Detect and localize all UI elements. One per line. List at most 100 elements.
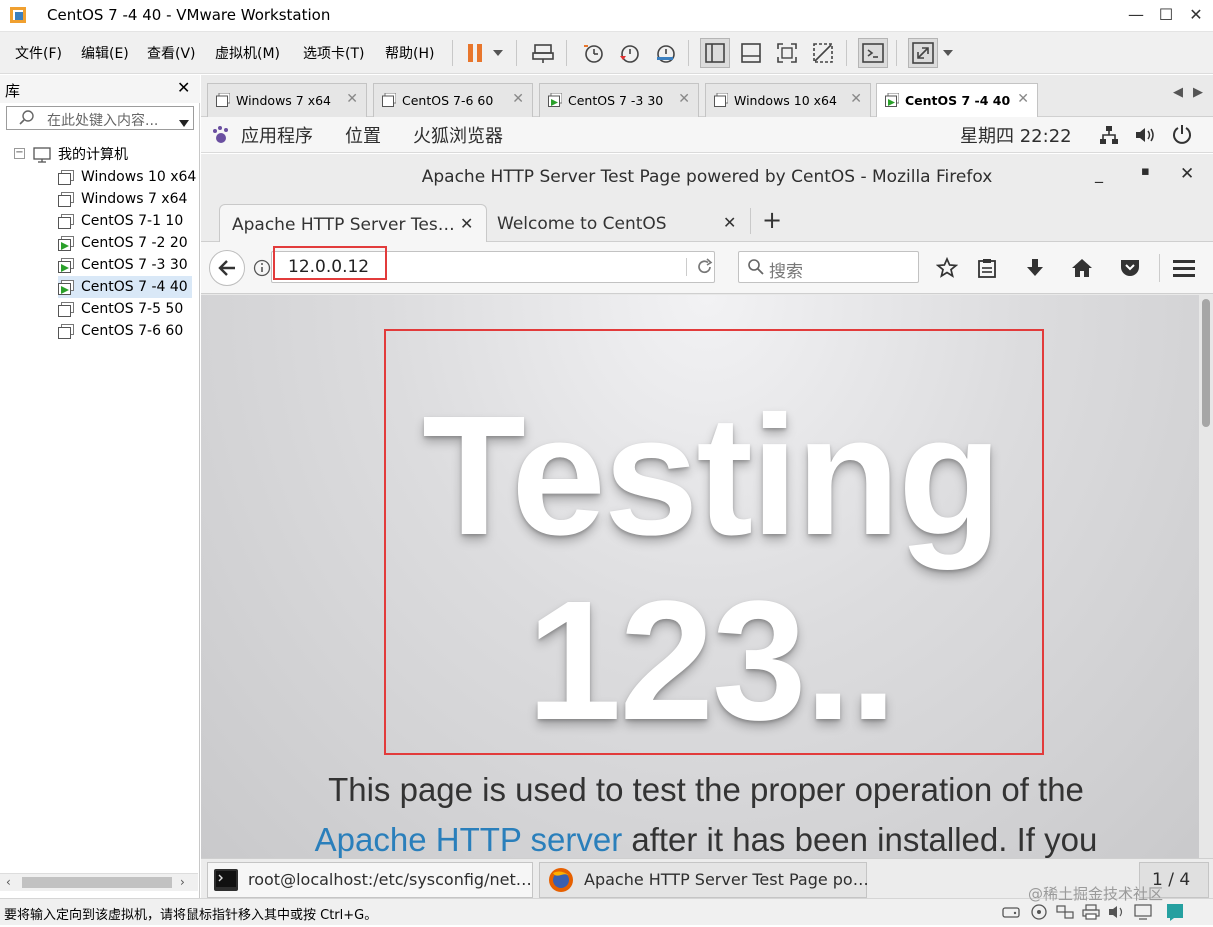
menu-view[interactable]: 查看(V) bbox=[147, 43, 196, 63]
tabs-scroll-right-icon[interactable]: ▶ bbox=[1193, 85, 1203, 100]
apache-server-link[interactable]: Apache HTTP server bbox=[315, 821, 623, 858]
stretch-dropdown-icon[interactable] bbox=[938, 38, 958, 68]
tree-root-label[interactable]: 我的计算机 bbox=[58, 144, 128, 164]
vm-tab-close-icon[interactable]: ✕ bbox=[850, 91, 862, 107]
snapshot-icon[interactable] bbox=[578, 38, 608, 68]
library-clipboard-icon[interactable] bbox=[976, 257, 998, 283]
sound-card-icon[interactable] bbox=[1108, 904, 1126, 924]
vm-tab-close-icon[interactable]: ✕ bbox=[346, 91, 358, 107]
guest-screen[interactable]: 应用程序 位置 火狐浏览器 星期四 22:22 Apache HTTP Serv… bbox=[201, 117, 1213, 898]
printer-icon[interactable] bbox=[1082, 904, 1100, 924]
library-search-field[interactable]: 在此处键入内容... bbox=[6, 106, 194, 130]
gnome-places-menu[interactable]: 位置 bbox=[345, 122, 381, 148]
status-bar: 要将输入定向到该虚拟机，请将鼠标指针移入其中或按 Ctrl+G。 @稀土掘金技术… bbox=[0, 885, 1213, 925]
tabs-scroll-left-icon[interactable]: ◀ bbox=[1173, 85, 1183, 100]
search-bar[interactable]: 搜索 bbox=[738, 251, 919, 283]
maximize-button[interactable]: ☐ bbox=[1151, 4, 1181, 26]
scroll-left-icon[interactable]: ‹ bbox=[6, 875, 11, 889]
gnome-applications-menu[interactable]: 应用程序 bbox=[241, 122, 313, 148]
vm-tab[interactable]: CentOS 7 -4 40 ✕ bbox=[876, 83, 1038, 117]
vm-tab[interactable]: Windows 7 x64 ✕ bbox=[207, 83, 367, 117]
snapshot-manager-icon[interactable] bbox=[650, 38, 680, 68]
power-icon[interactable] bbox=[1172, 124, 1192, 148]
page-scrollbar[interactable] bbox=[1199, 295, 1213, 858]
vm-running-icon bbox=[58, 258, 74, 273]
vm-tab-close-icon[interactable]: ✕ bbox=[1017, 91, 1029, 107]
vm-list-item-label: CentOS 7-1 10 bbox=[81, 213, 184, 229]
scroll-right-icon[interactable]: › bbox=[180, 875, 185, 889]
reload-icon[interactable] bbox=[696, 258, 714, 280]
show-library-icon[interactable] bbox=[700, 38, 730, 68]
hard-disk-icon[interactable] bbox=[1002, 904, 1020, 924]
thumbnail-bar-icon[interactable] bbox=[736, 38, 766, 68]
menu-help[interactable]: 帮助(H) bbox=[385, 43, 434, 63]
send-ctrl-alt-del-icon[interactable] bbox=[528, 38, 558, 68]
menu-edit[interactable]: 编辑(E) bbox=[81, 43, 129, 63]
navbar-divider bbox=[1159, 254, 1160, 282]
firefox-tab-close-icon[interactable]: ✕ bbox=[460, 214, 473, 233]
back-arrow-icon[interactable] bbox=[209, 250, 245, 286]
vm-tab[interactable]: CentOS 7 -3 30 ✕ bbox=[539, 83, 699, 117]
full-screen-icon[interactable] bbox=[772, 38, 802, 68]
pocket-icon[interactable] bbox=[1119, 257, 1141, 283]
vm-list-item-label: CentOS 7 -4 40 bbox=[81, 279, 188, 295]
network-adapter-icon[interactable] bbox=[1056, 904, 1074, 924]
firefox-tab[interactable]: Welcome to CentOS ✕ bbox=[491, 204, 749, 242]
console-view-icon[interactable] bbox=[858, 38, 888, 68]
volume-icon[interactable] bbox=[1134, 125, 1156, 149]
firefox-close-button[interactable]: ✕ bbox=[1180, 164, 1194, 184]
network-icon[interactable] bbox=[1099, 125, 1119, 149]
vm-list-item-label: Windows 7 x64 bbox=[81, 191, 188, 207]
cd-rom-icon[interactable] bbox=[1030, 904, 1048, 924]
message-log-icon[interactable] bbox=[1166, 903, 1184, 925]
firefox-minimize-button[interactable]: _ bbox=[1095, 164, 1103, 183]
url-divider bbox=[686, 258, 687, 276]
library-header: 库 ✕ bbox=[0, 75, 200, 103]
vm-tab[interactable]: CentOS 7-6 60 ✕ bbox=[373, 83, 533, 117]
taskbar-terminal[interactable]: root@localhost:/etc/sysconfig/net… bbox=[207, 862, 533, 898]
vm-tab-label: CentOS 7 -3 30 bbox=[568, 93, 664, 108]
vm-tab-close-icon[interactable]: ✕ bbox=[512, 91, 524, 107]
menu-vm[interactable]: 虚拟机(M) bbox=[215, 43, 280, 63]
collapse-icon[interactable]: − bbox=[14, 148, 25, 159]
pause-icon[interactable] bbox=[460, 38, 490, 68]
display-icon[interactable] bbox=[1134, 904, 1152, 924]
unity-mode-icon[interactable] bbox=[808, 38, 838, 68]
tab-divider bbox=[750, 208, 751, 234]
site-info-icon[interactable] bbox=[253, 259, 273, 279]
page-content[interactable]: Testing 123.. This page is used to test … bbox=[201, 295, 1213, 858]
menu-tabs[interactable]: 选项卡(T) bbox=[303, 43, 364, 63]
vm-tab-label: Windows 7 x64 bbox=[236, 93, 332, 108]
vm-list-item[interactable]: CentOS 7 -4 40 bbox=[58, 276, 192, 298]
bookmark-star-icon[interactable] bbox=[935, 256, 959, 283]
description-line2-rest: after it has been installed. If you bbox=[622, 821, 1098, 858]
vm-tab-close-icon[interactable]: ✕ bbox=[678, 91, 690, 107]
page-scrollbar-thumb[interactable] bbox=[1202, 299, 1210, 427]
gnome-top-bar: 应用程序 位置 火狐浏览器 星期四 22:22 bbox=[201, 117, 1213, 153]
new-tab-plus-icon[interactable]: + bbox=[762, 206, 782, 234]
close-window-button[interactable]: ✕ bbox=[1181, 4, 1211, 26]
taskbar-firefox[interactable]: Apache HTTP Server Test Page po… bbox=[539, 862, 869, 898]
scrollbar-thumb[interactable] bbox=[22, 877, 172, 888]
hamburger-menu-icon[interactable] bbox=[1173, 259, 1195, 281]
page-description: This page is used to test the proper ope… bbox=[241, 765, 1171, 858]
minimize-button[interactable]: — bbox=[1121, 4, 1151, 26]
firefox-maximize-button[interactable]: ▪ bbox=[1141, 164, 1150, 179]
library-hscrollbar[interactable]: ‹ › bbox=[0, 873, 198, 891]
gnome-firefox-app[interactable]: 火狐浏览器 bbox=[413, 122, 503, 148]
revert-snapshot-icon[interactable] bbox=[614, 38, 644, 68]
menu-file[interactable]: 文件(F) bbox=[15, 43, 62, 63]
home-icon[interactable] bbox=[1071, 257, 1093, 283]
stretch-guest-icon[interactable] bbox=[908, 38, 938, 68]
vmware-logo-icon bbox=[9, 6, 27, 24]
vm-icon bbox=[58, 302, 74, 317]
download-icon[interactable] bbox=[1024, 257, 1046, 283]
vm-running-icon bbox=[58, 280, 74, 295]
gnome-clock[interactable]: 星期四 22:22 bbox=[960, 122, 1072, 148]
firefox-tab-active[interactable]: Apache HTTP Server Tes… ✕ bbox=[219, 204, 487, 242]
vm-tab[interactable]: Windows 10 x64 ✕ bbox=[705, 83, 871, 117]
power-dropdown-icon[interactable] bbox=[488, 38, 508, 68]
library-close-icon[interactable]: ✕ bbox=[177, 78, 190, 97]
firefox-tab-close-icon[interactable]: ✕ bbox=[723, 213, 736, 232]
chevron-down-icon[interactable] bbox=[179, 115, 189, 131]
